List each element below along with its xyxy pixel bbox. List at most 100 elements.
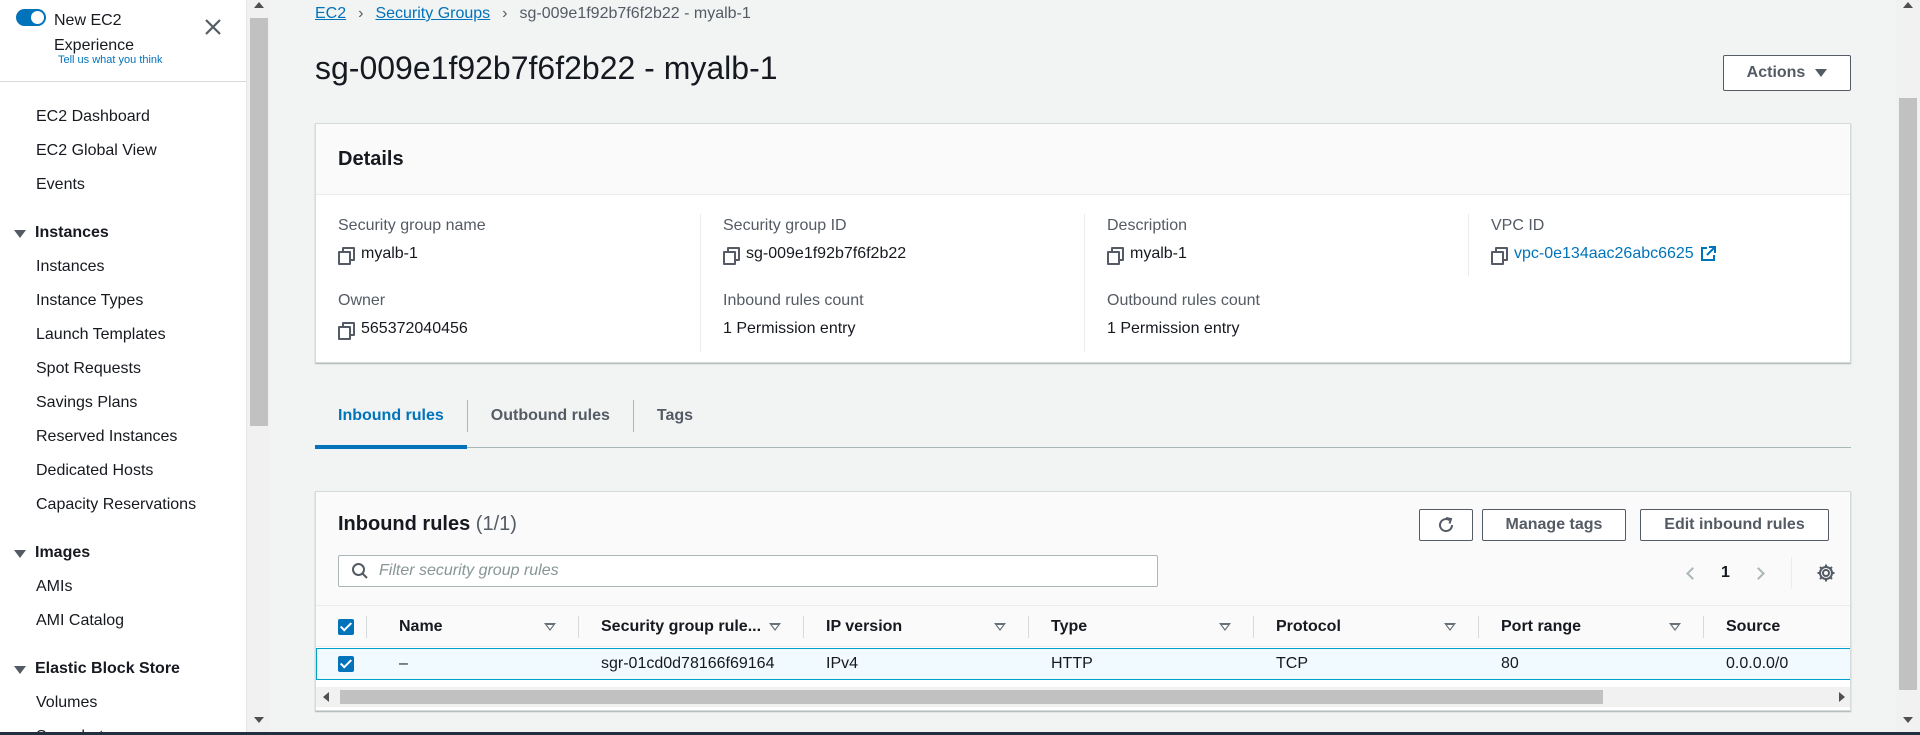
inbound-rules-header: Inbound rules (1/1) Manage tags Edit inb… <box>316 492 1850 605</box>
page-number[interactable]: 1 <box>1721 564 1730 582</box>
scroll-down-arrow-icon[interactable] <box>1903 717 1913 723</box>
sidebar-item-dedicated-hosts[interactable]: Dedicated Hosts <box>0 454 246 488</box>
sidebar-scrollbar[interactable] <box>246 0 270 735</box>
chevron-right-icon: › <box>502 5 508 22</box>
column-divider <box>1253 616 1254 638</box>
scroll-left-arrow-icon[interactable] <box>323 692 329 702</box>
table-horizontal-scrollbar[interactable] <box>316 687 1850 707</box>
field-label: Security group name <box>338 217 486 234</box>
row-checkbox[interactable] <box>338 656 354 672</box>
field-inbound-rules-count: Inbound rules count 1 Permission entry <box>723 292 1107 338</box>
copy-icon[interactable] <box>1491 246 1508 265</box>
pagination-divider <box>1790 557 1792 589</box>
field-value: 1 Permission entry <box>1107 320 1240 337</box>
tab-outbound-rules[interactable]: Outbound rules <box>468 384 633 448</box>
chevron-right-icon[interactable] <box>1752 566 1765 580</box>
sidebar-item-reserved-instances[interactable]: Reserved Instances <box>0 420 246 454</box>
chevron-left-icon[interactable] <box>1686 566 1699 580</box>
sort-icon[interactable] <box>994 623 1006 631</box>
scroll-down-arrow-icon[interactable] <box>254 717 264 723</box>
gear-icon[interactable] <box>1816 563 1836 583</box>
filter-rules-input[interactable] <box>379 562 1139 580</box>
field-label: Owner <box>338 292 386 309</box>
close-icon[interactable] <box>200 14 226 40</box>
external-link-icon[interactable] <box>1700 246 1716 262</box>
sidebar-item-ami-catalog[interactable]: AMI Catalog <box>0 604 246 638</box>
column-header-protocol[interactable]: Protocol <box>1276 606 1341 648</box>
breadcrumb-security-groups[interactable]: Security Groups <box>375 5 490 23</box>
sidebar: New EC2 Experience Tell us what you thin… <box>0 0 246 735</box>
cell-source: 0.0.0.0/0 <box>1726 655 1789 672</box>
column-header-port-range[interactable]: Port range <box>1501 606 1581 648</box>
breadcrumb-ec2[interactable]: EC2 <box>315 5 346 23</box>
field-label: Description <box>1107 217 1188 234</box>
field-security-group-id: Security group ID sg-009e1f92b7f6f2b22 <box>723 217 1107 265</box>
new-experience-toggle[interactable] <box>16 9 46 26</box>
table-scrollbar-thumb[interactable] <box>340 690 1603 704</box>
tab-tags[interactable]: Tags <box>634 384 716 448</box>
sidebar-item-launch-templates[interactable]: Launch Templates <box>0 318 246 352</box>
sidebar-item-volumes[interactable]: Volumes <box>0 686 246 720</box>
column-header-name[interactable]: Name <box>399 606 443 648</box>
sort-icon[interactable] <box>544 623 556 631</box>
vpc-id-link[interactable]: vpc-0e134aac26abc6625 <box>1514 245 1694 263</box>
sidebar-item-savings-plans[interactable]: Savings Plans <box>0 386 246 420</box>
copy-icon[interactable] <box>1107 246 1124 265</box>
field-outbound-rules-count: Outbound rules count 1 Permission entry <box>1107 292 1491 338</box>
table-row[interactable]: – sgr-01cd0d78166f69164 IPv4 HTTP TCP 80… <box>316 648 1850 680</box>
copy-icon[interactable] <box>338 246 355 265</box>
sort-icon[interactable] <box>769 623 781 631</box>
field-value: sg-009e1f92b7f6f2b22 <box>746 245 907 262</box>
main-scrollbar[interactable] <box>1896 0 1920 735</box>
sidebar-item-spot-requests[interactable]: Spot Requests <box>0 352 246 386</box>
sidebar-scrollbar-thumb[interactable] <box>250 18 268 426</box>
sidebar-section-elastic-block-store[interactable]: Elastic Block Store <box>0 652 246 686</box>
column-header-type[interactable]: Type <box>1051 606 1087 648</box>
field-label: Security group ID <box>723 217 847 234</box>
copy-icon[interactable] <box>338 321 355 340</box>
scroll-up-arrow-icon[interactable] <box>1903 2 1913 8</box>
inbound-rules-title-text: Inbound rules <box>338 513 471 535</box>
field-value: myalb-1 <box>361 245 418 262</box>
sidebar-item-events[interactable]: Events <box>0 168 246 202</box>
sidebar-section-instances[interactable]: Instances <box>0 216 246 250</box>
inbound-rules-count: (1/1) <box>475 513 517 535</box>
column-header-rule-id[interactable]: Security group rule... <box>601 606 761 648</box>
feedback-link[interactable]: Tell us what you think <box>58 54 163 66</box>
caret-down-icon <box>14 666 26 674</box>
scroll-right-arrow-icon[interactable] <box>1839 692 1845 702</box>
search-icon <box>352 563 368 579</box>
edit-inbound-rules-button[interactable]: Edit inbound rules <box>1640 509 1829 541</box>
refresh-icon <box>1439 517 1454 533</box>
tab-inbound-rules[interactable]: Inbound rules <box>315 384 467 449</box>
column-header-ip-version[interactable]: IP version <box>826 606 902 648</box>
sidebar-section-images[interactable]: Images <box>0 536 246 570</box>
select-all-checkbox[interactable] <box>338 619 354 635</box>
sidebar-item-amis[interactable]: AMIs <box>0 570 246 604</box>
manage-tags-button[interactable]: Manage tags <box>1482 509 1626 541</box>
field-value: 1 Permission entry <box>723 320 856 337</box>
sidebar-section-label: Elastic Block Store <box>35 660 180 677</box>
column-divider <box>1468 214 1469 276</box>
field-value: 565372040456 <box>361 320 468 337</box>
cell-rule-id: sgr-01cd0d78166f69164 <box>601 655 775 672</box>
column-header-source[interactable]: Source <box>1726 606 1780 648</box>
main-scrollbar-thumb[interactable] <box>1899 98 1917 690</box>
field-value: myalb-1 <box>1130 245 1187 262</box>
sidebar-item-capacity-reservations[interactable]: Capacity Reservations <box>0 488 246 522</box>
filter-rules-search[interactable] <box>338 555 1158 587</box>
sidebar-item-instance-types[interactable]: Instance Types <box>0 284 246 318</box>
tab-bar: Inbound rules Outbound rules Tags <box>315 384 1851 449</box>
sidebar-item-ec2-dashboard[interactable]: EC2 Dashboard <box>0 100 246 134</box>
sort-icon[interactable] <box>1219 623 1231 631</box>
refresh-button[interactable] <box>1419 509 1473 541</box>
sort-icon[interactable] <box>1444 623 1456 631</box>
copy-icon[interactable] <box>723 246 740 265</box>
scroll-up-arrow-icon[interactable] <box>254 2 264 8</box>
sidebar-item-instances[interactable]: Instances <box>0 250 246 284</box>
actions-button-label: Actions <box>1746 64 1806 81</box>
column-divider <box>1703 616 1704 638</box>
actions-button[interactable]: Actions <box>1723 55 1851 91</box>
sort-icon[interactable] <box>1669 623 1681 631</box>
sidebar-item-ec2-global-view[interactable]: EC2 Global View <box>0 134 246 168</box>
